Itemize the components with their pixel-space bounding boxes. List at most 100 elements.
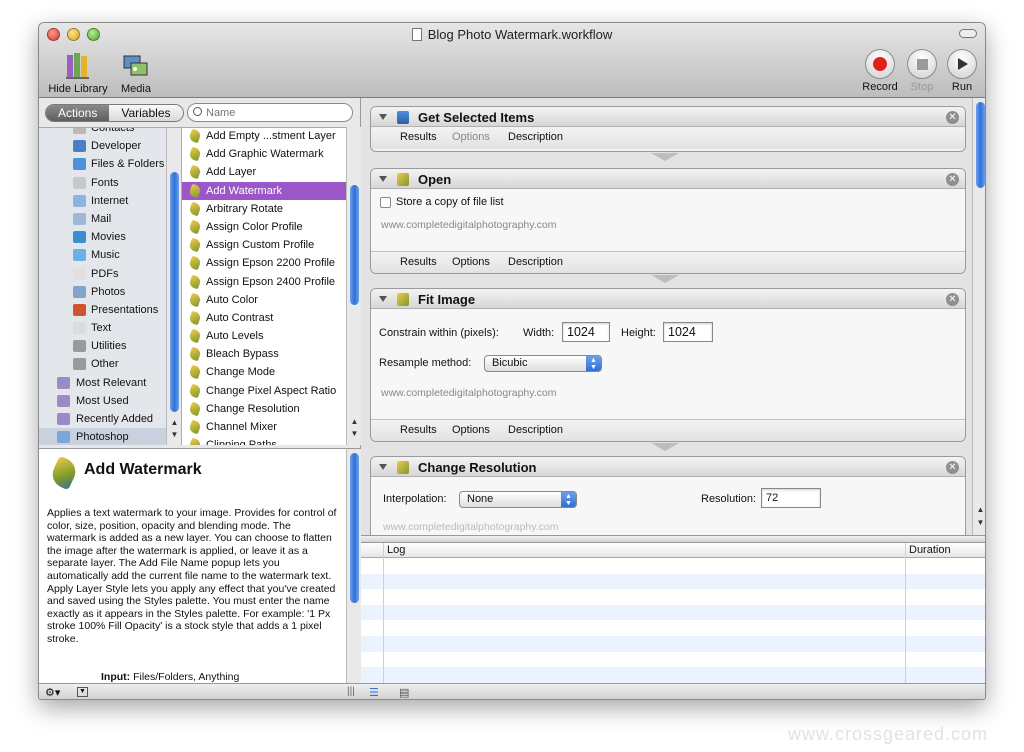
stop-button[interactable]: Stop xyxy=(905,49,939,93)
height-field[interactable]: 1024 xyxy=(663,322,713,342)
library-item-label: Text xyxy=(91,322,112,335)
action-card-get-selected-items[interactable]: Get Selected Items ✕ Results Options Des… xyxy=(370,106,966,152)
action-item[interactable]: Arbitrary Rotate xyxy=(182,200,346,218)
library-scroll-thumb[interactable] xyxy=(170,172,179,412)
disclosure-triangle-icon[interactable] xyxy=(379,296,387,302)
action-item[interactable]: Change Resolution xyxy=(182,400,346,418)
library-item[interactable]: Presentations xyxy=(39,301,181,319)
results-tab[interactable]: Results xyxy=(400,131,437,143)
options-tab[interactable]: Options xyxy=(452,131,490,143)
column-divider xyxy=(383,543,384,683)
show-description-icon[interactable]: ▼ xyxy=(77,687,88,697)
action-item[interactable]: Add Layer xyxy=(182,163,346,181)
run-button[interactable]: Run xyxy=(945,49,979,93)
tab-variables[interactable]: Variables xyxy=(109,105,183,121)
library-item[interactable]: Developer xyxy=(39,137,181,155)
gear-icon[interactable]: ⚙▾ xyxy=(45,686,60,699)
library-item[interactable]: Most Relevant xyxy=(39,374,181,392)
library-item[interactable]: Photoshop xyxy=(39,428,181,445)
remove-action-icon[interactable]: ✕ xyxy=(946,293,959,306)
action-item[interactable]: Add Empty ...stment Layer xyxy=(182,128,346,145)
library-item[interactable]: Photos xyxy=(39,283,181,301)
library-item[interactable]: Other xyxy=(39,355,181,373)
library-item[interactable]: Text xyxy=(39,319,181,337)
action-item[interactable]: Auto Contrast xyxy=(182,309,346,327)
options-tab[interactable]: Options xyxy=(452,256,490,268)
library-item[interactable]: Recently Added xyxy=(39,410,181,428)
action-card-fit-image[interactable]: Fit Image ✕ Constrain within (pixels): W… xyxy=(370,288,966,442)
log-column-header[interactable]: Log xyxy=(387,544,405,556)
input-value: Files/Folders, Anything xyxy=(133,671,240,683)
action-card-change-resolution[interactable]: Change Resolution ✕ Interpolation: None ▲… xyxy=(370,456,966,546)
search-input[interactable] xyxy=(187,103,353,122)
action-item[interactable]: Assign Epson 2400 Profile xyxy=(182,273,346,291)
action-list-scrollbar[interactable]: ▲ ▼ xyxy=(346,127,361,445)
action-item[interactable]: Auto Levels xyxy=(182,327,346,345)
action-item[interactable]: Auto Color xyxy=(182,291,346,309)
scroll-down-arrow-icon[interactable]: ▼ xyxy=(976,518,985,527)
action-item[interactable]: Clipping Paths xyxy=(182,436,346,445)
scroll-down-arrow-icon[interactable]: ▼ xyxy=(170,430,179,439)
action-item[interactable]: Change Pixel Aspect Ratio xyxy=(182,382,346,400)
scroll-down-arrow-icon[interactable]: ▼ xyxy=(350,429,359,438)
store-copy-checkbox[interactable] xyxy=(380,197,391,208)
duration-column-header[interactable]: Duration xyxy=(909,544,951,556)
remove-action-icon[interactable]: ✕ xyxy=(946,461,959,474)
results-tab[interactable]: Results xyxy=(400,256,437,268)
disclosure-triangle-icon[interactable] xyxy=(379,176,387,182)
disclosure-triangle-icon[interactable] xyxy=(379,464,387,470)
action-card-open[interactable]: Open ✕ Store a copy of file list www.com… xyxy=(370,168,966,274)
disclosure-triangle-icon[interactable] xyxy=(379,114,387,120)
library-item[interactable]: Files & Folders xyxy=(39,155,181,173)
scroll-up-arrow-icon[interactable]: ▲ xyxy=(350,417,359,426)
workflow-scrollbar[interactable]: ▲ ▼ xyxy=(972,98,985,535)
library-item-label: Photoshop xyxy=(76,431,129,444)
description-scroll-thumb[interactable] xyxy=(350,453,359,603)
description-tab[interactable]: Description xyxy=(508,424,563,436)
results-tab[interactable]: Results xyxy=(400,424,437,436)
action-item[interactable]: Assign Color Profile xyxy=(182,218,346,236)
action-item[interactable]: Assign Custom Profile xyxy=(182,236,346,254)
record-button[interactable]: Record xyxy=(861,49,899,93)
library-item[interactable]: Fonts xyxy=(39,174,181,192)
list-view-icon[interactable]: ☰ xyxy=(369,686,379,699)
log-splitter[interactable] xyxy=(361,535,985,543)
interpolation-popup[interactable]: None ▲ ▼ xyxy=(459,491,577,508)
resample-method-popup[interactable]: Bicubic ▲ ▼ xyxy=(484,355,602,372)
library-item[interactable]: Music xyxy=(39,246,181,264)
remove-action-icon[interactable]: ✕ xyxy=(946,111,959,124)
hide-library-button[interactable]: Hide Library xyxy=(45,51,111,95)
media-button[interactable]: Media xyxy=(113,51,159,95)
action-item[interactable]: Add Watermark xyxy=(182,181,346,200)
description-tab[interactable]: Description xyxy=(508,131,563,143)
action-item[interactable]: Change Mode xyxy=(182,363,346,381)
library-item[interactable]: PDFs xyxy=(39,265,181,283)
tab-actions[interactable]: Actions xyxy=(46,105,110,121)
action-item[interactable]: Add Graphic Watermark xyxy=(182,145,346,163)
action-item[interactable]: Bleach Bypass xyxy=(182,345,346,363)
library-item[interactable]: Utilities xyxy=(39,337,181,355)
resize-handle-icon[interactable]: ||| xyxy=(347,686,355,697)
action-item[interactable]: Channel Mixer xyxy=(182,418,346,436)
toolbar-toggle-button[interactable] xyxy=(959,29,977,38)
log-view-icon[interactable]: ▤ xyxy=(399,686,409,699)
remove-action-icon[interactable]: ✕ xyxy=(946,173,959,186)
library-item[interactable]: Movies xyxy=(39,228,181,246)
scroll-up-arrow-icon[interactable]: ▲ xyxy=(170,418,179,427)
library-item[interactable]: Contacts xyxy=(39,128,181,137)
scroll-up-arrow-icon[interactable]: ▲ xyxy=(976,505,985,514)
library-item[interactable]: Internet xyxy=(39,192,181,210)
action-list-scroll-thumb[interactable] xyxy=(350,185,359,305)
resolution-field[interactable]: 72 xyxy=(761,488,821,508)
log-row xyxy=(361,635,985,652)
options-tab[interactable]: Options xyxy=(452,424,490,436)
width-field[interactable]: 1024 xyxy=(562,322,610,342)
workflow-scroll-thumb[interactable] xyxy=(976,102,985,188)
description-scrollbar[interactable] xyxy=(346,448,361,683)
photoshop-action-icon xyxy=(188,346,202,362)
description-tab[interactable]: Description xyxy=(508,256,563,268)
library-scrollbar[interactable]: ▲ ▼ xyxy=(166,128,181,445)
library-item[interactable]: Mail xyxy=(39,210,181,228)
action-item[interactable]: Assign Epson 2200 Profile xyxy=(182,254,346,272)
library-item[interactable]: Most Used xyxy=(39,392,181,410)
